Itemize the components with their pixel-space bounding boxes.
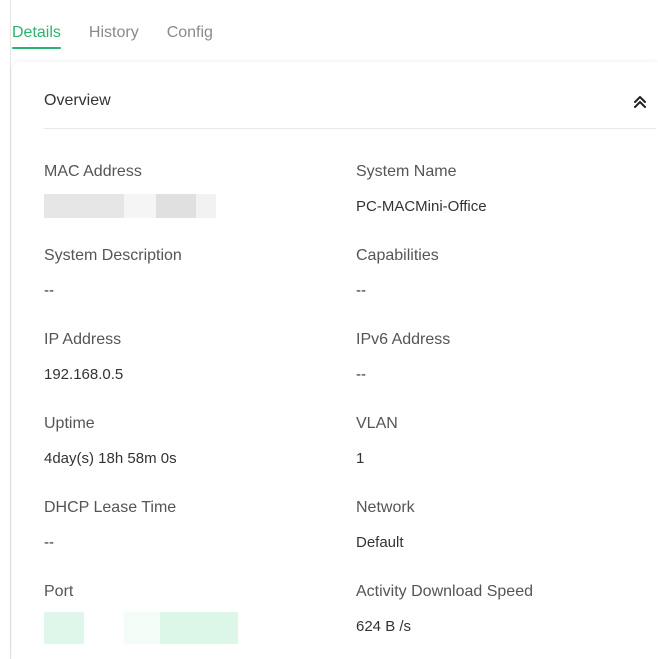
system-description-value: -- <box>44 282 54 299</box>
overview-panel: Overview MAC Address System Name PC-MACM… <box>12 62 658 659</box>
vlan-value: 1 <box>356 450 365 467</box>
chevron-double-up-icon[interactable] <box>632 94 648 110</box>
port-label: Port <box>44 583 74 600</box>
uptime-label: Uptime <box>44 415 95 432</box>
mac-address-value <box>44 194 216 218</box>
network-label: Network <box>356 499 415 516</box>
ip-address-value: 192.168.0.5 <box>44 366 124 383</box>
capabilities-label: Capabilities <box>356 247 439 264</box>
redacted-block <box>44 612 84 644</box>
redacted-block <box>196 194 216 218</box>
mac-address-label: MAC Address <box>44 163 142 180</box>
system-description-label: System Description <box>44 247 182 264</box>
redacted-block <box>124 194 156 218</box>
network-value[interactable]: Default <box>356 534 404 551</box>
system-name-value: PC-MACMini-Office <box>356 198 487 215</box>
uptime-value: 4day(s) 18h 58m 0s <box>44 450 177 467</box>
tab-config[interactable]: Config <box>167 22 213 44</box>
ipv6-address-label: IPv6 Address <box>356 331 451 348</box>
redacted-block <box>44 194 124 218</box>
activity-download-speed-value: 624 B /s <box>356 618 412 635</box>
ip-address-label: IP Address <box>44 331 122 348</box>
redacted-block <box>160 612 238 644</box>
tab-history[interactable]: History <box>89 22 139 44</box>
system-name-label: System Name <box>356 163 457 180</box>
ipv6-address-value: -- <box>356 366 366 383</box>
activity-download-speed-label: Activity Download Speed <box>356 583 533 600</box>
left-divider <box>10 0 11 659</box>
detail-tabs: Details History Config <box>12 22 213 49</box>
capabilities-value: -- <box>356 282 366 299</box>
redacted-block <box>156 194 196 218</box>
vlan-label: VLAN <box>356 415 398 432</box>
overview-header[interactable]: Overview <box>44 62 656 129</box>
overview-title: Overview <box>44 92 111 109</box>
tab-details[interactable]: Details <box>12 22 61 49</box>
dhcp-lease-time-label: DHCP Lease Time <box>44 499 177 516</box>
redacted-block <box>124 612 160 644</box>
dhcp-lease-time-value: -- <box>44 534 54 551</box>
port-value <box>44 612 238 644</box>
client-details-page: Details History Config Overview MAC Addr… <box>0 0 658 659</box>
